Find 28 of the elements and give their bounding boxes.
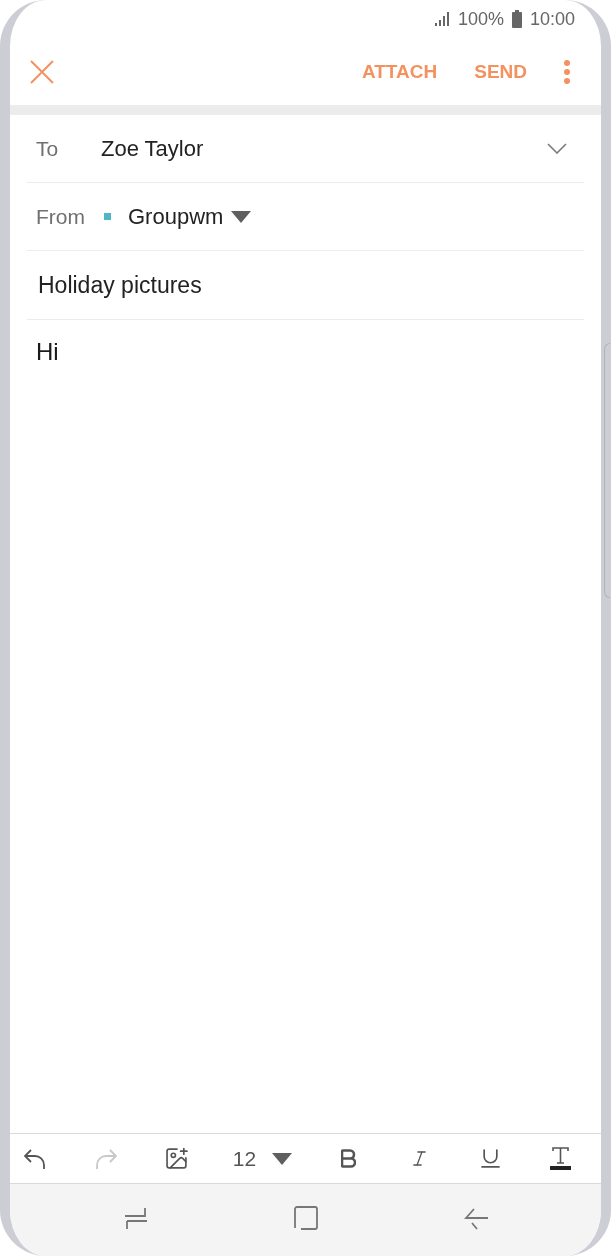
home-icon (293, 1206, 318, 1230)
message-body-field[interactable]: Hi (27, 334, 584, 1133)
back-icon (463, 1206, 488, 1230)
underline-icon (480, 1149, 500, 1168)
caret-icon (272, 1152, 293, 1165)
text-color-icon (550, 1147, 572, 1170)
redo-icon (94, 1148, 117, 1169)
battery-percentage: 100% (457, 10, 504, 28)
sender-account-dropdown[interactable]: Groupwm (128, 200, 252, 233)
image-plus-icon (165, 1147, 188, 1170)
recent-apps-icon (123, 1206, 148, 1230)
bold-icon (340, 1149, 356, 1168)
chevron-down-icon[interactable] (547, 143, 567, 154)
close-button[interactable] (30, 59, 54, 84)
subject-field[interactable]: Holiday pictures (38, 267, 567, 303)
more-options-button[interactable] (563, 59, 571, 84)
more-options-icon (564, 59, 570, 84)
clock-time: 10:00 (529, 10, 575, 28)
to-label: To (36, 135, 60, 162)
close-icon (30, 59, 54, 84)
caret-icon (231, 210, 252, 223)
italic-icon (412, 1149, 426, 1168)
from-label: From (36, 203, 85, 230)
battery-icon (511, 10, 522, 28)
font-size-dropdown[interactable]: 12 (227, 1138, 298, 1179)
recipient-field[interactable]: Zoe Taylor (101, 132, 539, 165)
signal-icon (434, 12, 450, 26)
undo-icon (24, 1148, 46, 1169)
